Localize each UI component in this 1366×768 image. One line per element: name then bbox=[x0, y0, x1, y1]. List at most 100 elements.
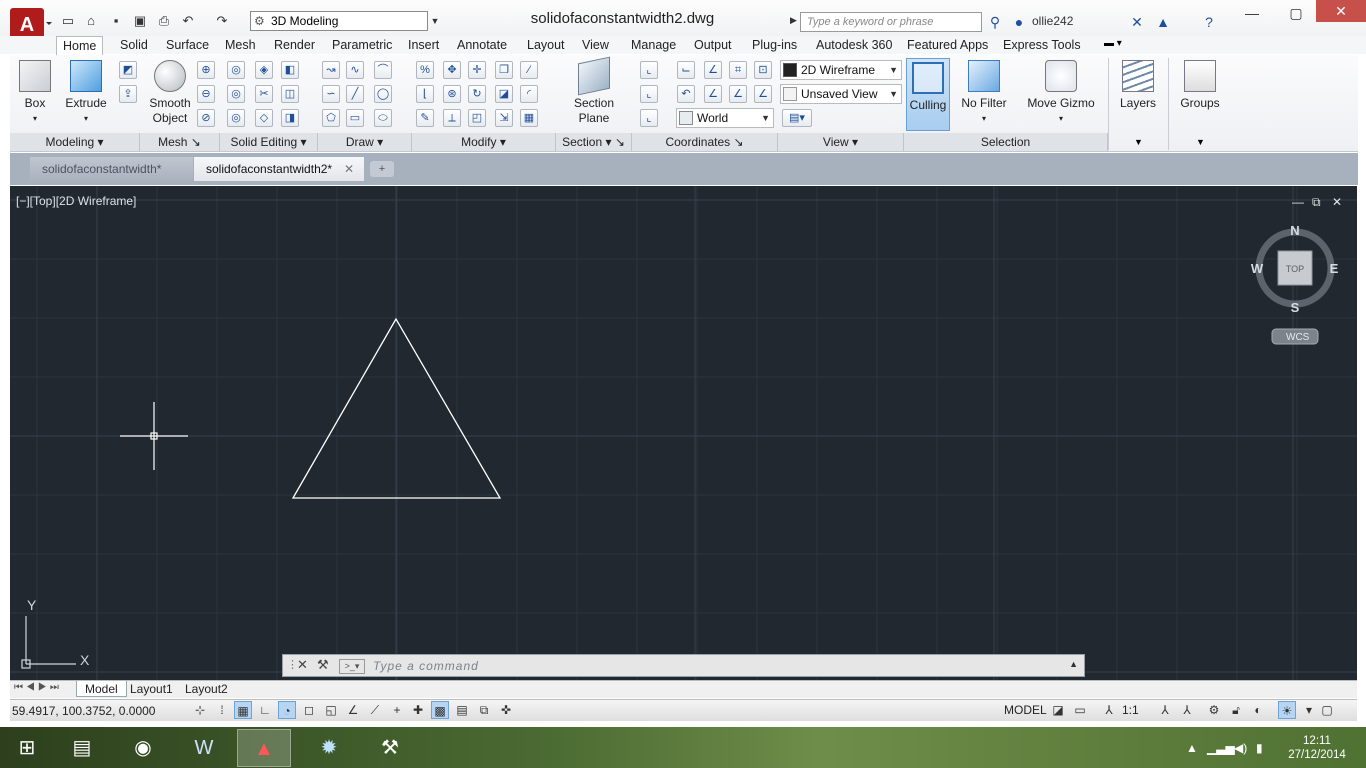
tab-home[interactable]: Home bbox=[56, 36, 104, 55]
ucs-named-icon[interactable]: ⌞ bbox=[640, 109, 658, 127]
helix-icon[interactable]: ∿ bbox=[346, 61, 364, 79]
chrome-icon[interactable]: ◉ bbox=[116, 729, 170, 767]
tab-output[interactable]: Output bbox=[688, 36, 738, 55]
viewport-close-icon[interactable]: ✕ bbox=[1332, 195, 1342, 209]
file-explorer-icon[interactable]: ▤ bbox=[55, 729, 109, 767]
rectangular-array-icon[interactable]: ▦ bbox=[520, 109, 538, 127]
tab-express-tools[interactable]: Express Tools bbox=[997, 36, 1087, 55]
stretch-icon[interactable]: ⇲ bbox=[495, 109, 513, 127]
minimize-ribbon-icon[interactable]: ▬ ▾ bbox=[1104, 38, 1122, 49]
section-plane-button[interactable]: Section Plane bbox=[566, 56, 622, 126]
mirror-icon[interactable]: ◪ bbox=[495, 85, 513, 103]
compass-south[interactable]: S bbox=[1291, 300, 1300, 315]
quick-view-layouts-icon[interactable]: ◪ bbox=[1049, 701, 1067, 719]
autodesk-app-icon[interactable]: ▲ bbox=[1154, 13, 1172, 31]
dynamic-ucs-icon[interactable]: ⟋ bbox=[366, 701, 384, 719]
array-icon[interactable]: ⊛ bbox=[443, 85, 461, 103]
grid-display-icon[interactable]: ▦ bbox=[234, 701, 252, 719]
move-gizmo-button[interactable]: Move Gizmo ▾ bbox=[1022, 60, 1100, 126]
no-filter-button[interactable]: No Filter ▾ bbox=[956, 60, 1012, 126]
expand-search-icon[interactable]: ▶ bbox=[790, 15, 797, 26]
extrude-button[interactable]: Extrude ▾ bbox=[64, 60, 108, 126]
compass-north[interactable]: N bbox=[1290, 223, 1299, 238]
workspace-switching-icon[interactable]: ⚙ bbox=[1205, 701, 1223, 719]
tab-solid[interactable]: Solid bbox=[114, 36, 154, 55]
3d-align-icon[interactable]: ⟂ bbox=[443, 109, 461, 127]
hardware-acceleration-icon[interactable]: ◐ bbox=[1249, 701, 1267, 719]
copy-icon[interactable]: ❐ bbox=[495, 61, 513, 79]
new-tab-button[interactable]: + bbox=[370, 161, 394, 177]
tab-featured-apps[interactable]: Featured Apps bbox=[901, 36, 994, 55]
ortho-mode-icon[interactable]: ∟ bbox=[256, 701, 274, 719]
layout-tab-layout1[interactable]: Layout1 bbox=[122, 681, 181, 697]
tools-icon[interactable]: ⚒ bbox=[363, 729, 417, 767]
ucs-z-axis-icon[interactable]: ∠ bbox=[704, 61, 722, 79]
object-snap-tracking-icon[interactable]: ∠ bbox=[344, 701, 362, 719]
lineweight-icon[interactable]: ✚ bbox=[409, 701, 427, 719]
status-menu-icon[interactable]: ▾ bbox=[1300, 701, 1318, 719]
drawing-viewport[interactable]: Y X TOP N S E W WCS — ⧉ ✕ [−][Top][2D Wi… bbox=[10, 186, 1357, 680]
3d-object-snap-icon[interactable]: ◱ bbox=[322, 701, 340, 719]
quick-view-drawings-icon[interactable]: ▭ bbox=[1071, 701, 1089, 719]
annotation-scale-icon[interactable]: ⅄ bbox=[1100, 701, 1118, 719]
intersect-icon[interactable]: ◎ bbox=[227, 109, 245, 127]
auto-scale-icon[interactable]: ⅄ bbox=[1178, 701, 1196, 719]
weather-icon[interactable]: ✹ bbox=[302, 729, 356, 767]
extrude-faces-icon[interactable]: ◧ bbox=[281, 61, 299, 79]
ucs-previous-icon[interactable]: ↶ bbox=[677, 85, 695, 103]
circle-icon[interactable]: ◯ bbox=[374, 85, 392, 103]
save-icon[interactable]: ▪ bbox=[108, 13, 124, 29]
compass-east[interactable]: E bbox=[1330, 261, 1339, 276]
ucs-icon[interactable]: ⌞ bbox=[640, 61, 658, 79]
system-clock[interactable]: 12:11 27/12/2014 bbox=[1286, 734, 1348, 762]
chevron-down-icon[interactable]: ▼ bbox=[1134, 137, 1143, 147]
infer-constraints-icon[interactable]: ⊹ bbox=[191, 701, 209, 719]
polyline-icon[interactable]: ↝ bbox=[322, 61, 340, 79]
tab-layout[interactable]: Layout bbox=[521, 36, 571, 55]
username[interactable]: ollie242 bbox=[1032, 14, 1073, 28]
new-file-icon[interactable]: ▭ bbox=[60, 13, 76, 29]
minimize-button[interactable]: — bbox=[1232, 0, 1272, 26]
windows-start-icon[interactable]: ⊞ bbox=[0, 729, 54, 767]
mesh-refine-icon[interactable]: ⊘ bbox=[197, 109, 215, 127]
tab-annotate[interactable]: Annotate bbox=[451, 36, 513, 55]
ucs-view-icon[interactable]: ⊡ bbox=[754, 61, 772, 79]
groups-button[interactable]: Groups bbox=[1176, 60, 1224, 111]
tab-mesh[interactable]: Mesh bbox=[219, 36, 262, 55]
layout-tab-model[interactable]: Model bbox=[76, 681, 127, 697]
tab-plug-ins[interactable]: Plug-ins bbox=[746, 36, 803, 55]
rotate-icon[interactable]: ↻ bbox=[468, 85, 486, 103]
maximize-button[interactable]: ▢ bbox=[1276, 0, 1316, 26]
match-properties-icon[interactable]: ✎ bbox=[416, 109, 434, 127]
binoculars-icon[interactable]: ⚲ bbox=[986, 13, 1004, 31]
polygon-icon[interactable]: ⬠ bbox=[322, 109, 340, 127]
wrench-icon[interactable]: ⚒ bbox=[317, 657, 329, 673]
workspace-selector[interactable]: ⚙ 3D Modeling bbox=[250, 11, 428, 31]
doc-tab-solidofaconstantwidth2[interactable]: solidofaconstantwidth2* ✕ bbox=[194, 157, 364, 181]
rectangle-icon[interactable]: ▭ bbox=[346, 109, 364, 127]
lock-ui-icon[interactable]: 🔓︎ bbox=[1227, 701, 1245, 719]
command-prompt-icon[interactable]: >_▾ bbox=[339, 659, 365, 674]
close-icon[interactable]: ✕ bbox=[297, 657, 308, 673]
panel-title-modeling[interactable]: Modeling ▾ bbox=[10, 133, 140, 151]
ucs-selector[interactable]: World ▼ bbox=[676, 108, 774, 128]
ellipse-icon[interactable]: ⬭ bbox=[374, 109, 392, 127]
viewport-controls-label[interactable]: [−][Top][2D Wireframe] bbox=[16, 194, 136, 208]
annotation-scale[interactable]: 1:1 bbox=[1122, 703, 1139, 717]
network-icon[interactable]: ▁▃▅ bbox=[1207, 741, 1235, 755]
fillet-icon[interactable]: ◜ bbox=[520, 85, 538, 103]
viewport-minimize-icon[interactable]: — bbox=[1292, 195, 1304, 209]
redo-icon[interactable]: ↷ bbox=[214, 13, 230, 29]
subtract-icon[interactable]: ◎ bbox=[227, 85, 245, 103]
volume-icon[interactable]: ◀) bbox=[1234, 741, 1247, 755]
3d-rotate-icon[interactable]: ✥ bbox=[443, 61, 461, 79]
tray-expand-icon[interactable]: ▲ bbox=[1186, 741, 1198, 755]
3d-move-icon[interactable]: ✛ bbox=[468, 61, 486, 79]
ucs-object-icon[interactable]: ⌞ bbox=[640, 85, 658, 103]
print-icon[interactable]: ⎙ bbox=[156, 13, 172, 29]
mesh-smooth-less-icon[interactable]: ⊖ bbox=[197, 85, 215, 103]
solid-history-icon[interactable]: ⇪ bbox=[119, 85, 137, 103]
smooth-object-button[interactable]: Smooth Object bbox=[146, 60, 194, 126]
help-icon[interactable]: ? bbox=[1200, 13, 1218, 31]
compass-west[interactable]: W bbox=[1251, 261, 1264, 276]
